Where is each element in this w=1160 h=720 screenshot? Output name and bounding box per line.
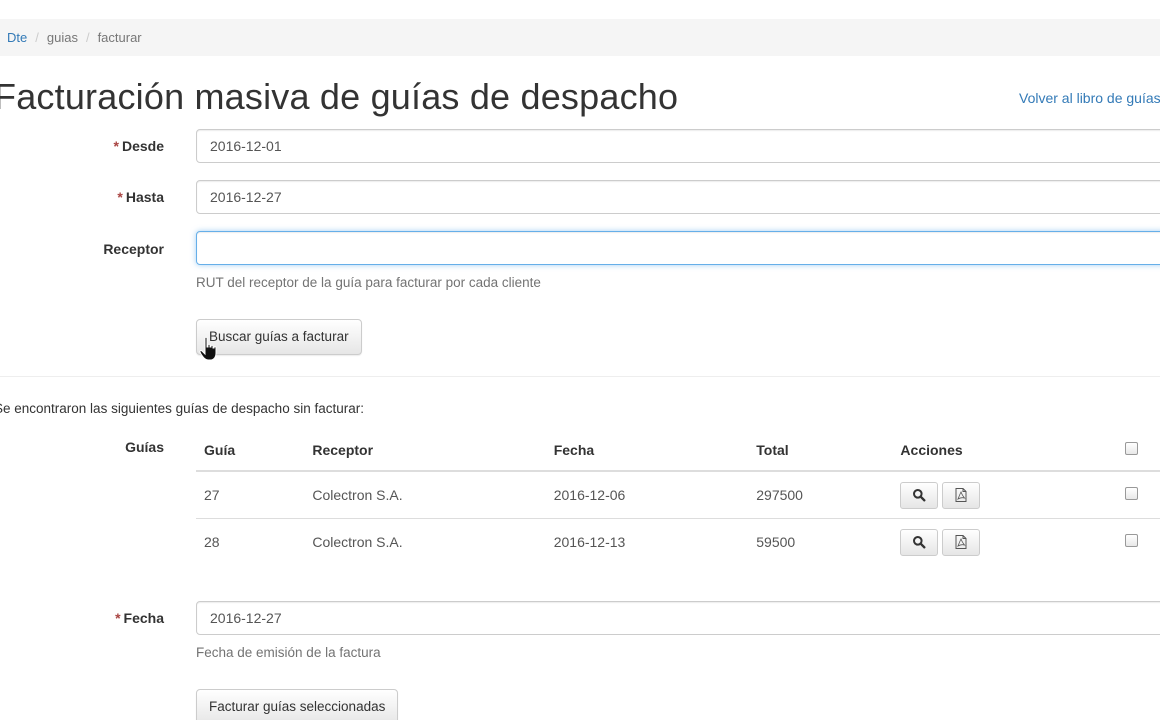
cell-total: 297500 <box>748 471 893 519</box>
view-guia-button[interactable] <box>900 481 939 509</box>
column-header-total: Total <box>748 430 893 472</box>
receptor-label: Receptor <box>103 241 164 257</box>
breadcrumb-guias[interactable]: guias <box>47 30 78 45</box>
pdf-guia-button[interactable] <box>942 481 981 509</box>
pdf-guia-button[interactable] <box>942 528 981 556</box>
cell-receptor: Colectron S.A. <box>312 534 403 550</box>
view-guia-button[interactable] <box>900 528 939 556</box>
guias-table-container: Guía Receptor Fecha Total Acciones 27 Co… <box>196 430 1160 565</box>
required-marker: * <box>113 138 119 154</box>
breadcrumb: Dte / guias / facturar <box>0 19 1160 56</box>
fecha-label: * Fecha <box>115 610 164 626</box>
pdf-icon <box>955 488 967 502</box>
cell-fecha: 2016-12-13 <box>553 534 626 550</box>
select-all-cell <box>1117 430 1160 472</box>
hasta-input[interactable] <box>196 180 1160 214</box>
search-icon <box>913 489 926 502</box>
guias-label: Guías <box>125 439 164 455</box>
divider <box>0 376 1160 377</box>
table-row: 27 Colectron S.A. 2016-12-06 297500 <box>196 471 1160 519</box>
pointer-cursor-icon <box>199 336 217 361</box>
fecha-help: Fecha de emisión de la factura <box>196 645 381 660</box>
cell-guia: 27 <box>196 471 305 519</box>
table-row: 28 Colectron S.A. 2016-12-13 59500 <box>196 519 1160 566</box>
breadcrumb-separator: / <box>35 30 39 45</box>
column-header-acciones: Acciones <box>892 430 1117 472</box>
required-marker: * <box>117 189 123 205</box>
cell-fecha: 2016-12-06 <box>545 471 749 519</box>
cell-acciones <box>892 519 1117 566</box>
page-title: Facturación masiva de guías de despacho <box>0 76 679 117</box>
facturar-button[interactable]: Facturar guías seleccionadas <box>196 689 399 720</box>
search-icon <box>913 536 926 549</box>
results-message: Se encontraron las siguientes guías de d… <box>0 401 364 416</box>
hasta-label: * Hasta <box>117 189 164 205</box>
breadcrumb-facturar: facturar <box>97 30 142 45</box>
breadcrumb-separator: / <box>85 30 90 45</box>
column-header-guia: Guía <box>196 430 305 472</box>
row-select-checkbox[interactable] <box>1125 487 1138 500</box>
cell-guia: 28 <box>204 534 220 550</box>
select-all-checkbox[interactable] <box>1125 442 1138 455</box>
row-select-checkbox[interactable] <box>1125 534 1138 547</box>
required-marker: * <box>115 610 121 626</box>
cell-total: 59500 <box>756 534 796 550</box>
guias-table: Guía Receptor Fecha Total Acciones 27 Co… <box>196 430 1160 565</box>
cell-acciones <box>892 471 1117 519</box>
pdf-icon <box>955 535 967 549</box>
receptor-input[interactable] <box>196 231 1160 265</box>
column-header-fecha: Fecha <box>545 430 749 472</box>
search-guias-button[interactable]: Buscar guías a facturar <box>196 319 362 355</box>
breadcrumb-dte[interactable]: Dte <box>7 30 27 45</box>
back-to-book-link[interactable]: Volver al libro de guías <box>1019 90 1160 106</box>
cell-receptor: Colectron S.A. <box>304 471 546 519</box>
desde-input[interactable] <box>196 129 1160 163</box>
row-select-cell <box>1117 471 1160 519</box>
table-header-row: Guía Receptor Fecha Total Acciones <box>196 430 1160 472</box>
row-select-cell <box>1117 519 1160 566</box>
fecha-input[interactable] <box>196 601 1160 635</box>
page: Dte / guias / facturar Facturación masiva de… <box>0 0 1160 720</box>
desde-label: * Desde <box>113 138 164 154</box>
column-header-receptor: Receptor <box>304 430 546 472</box>
receptor-help: RUT del receptor de la guía para factura… <box>196 275 541 290</box>
